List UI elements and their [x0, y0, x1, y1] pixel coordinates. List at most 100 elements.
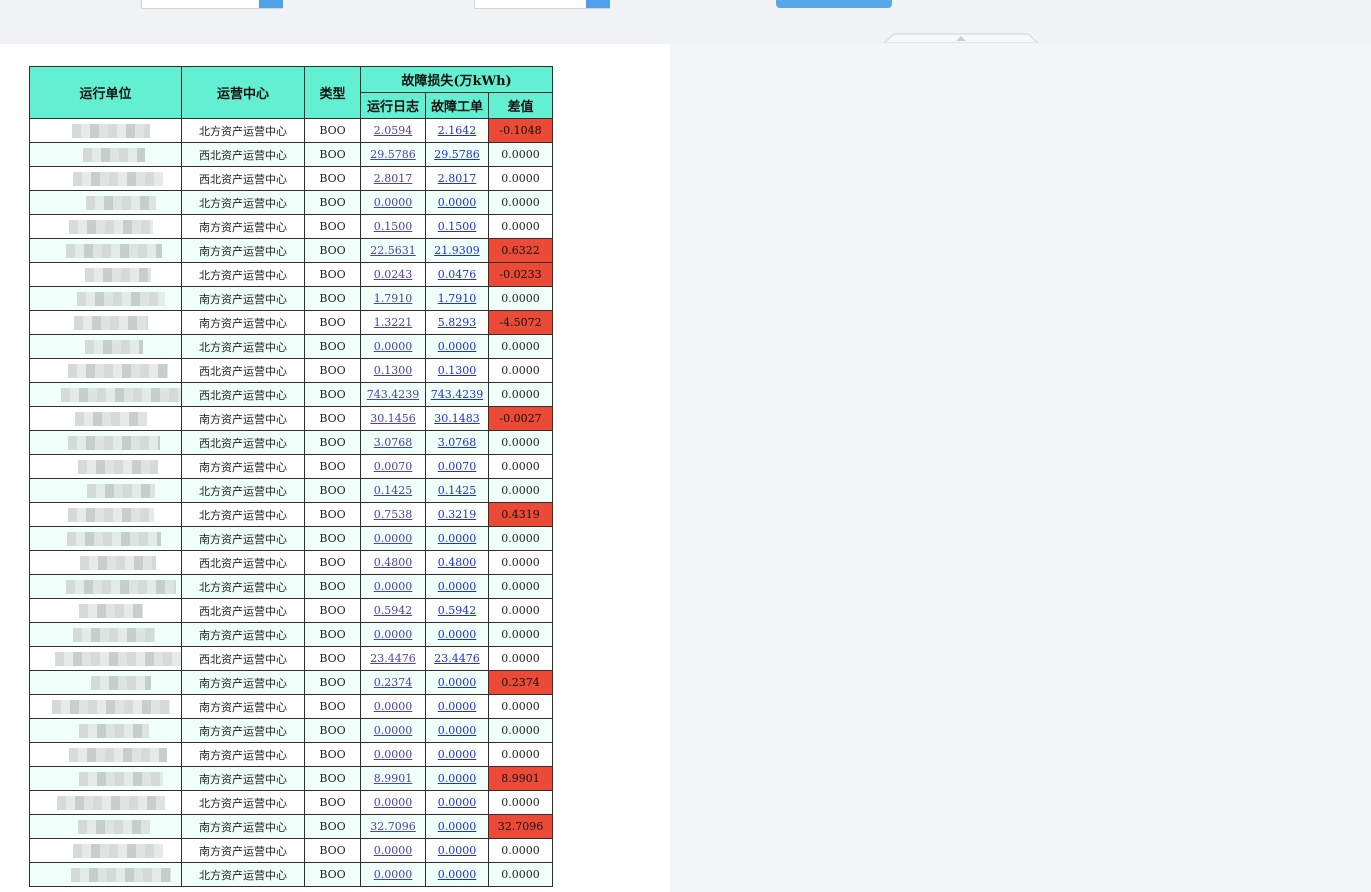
type-cell: BOO	[304, 286, 361, 311]
log-value-link[interactable]: 29.5786	[370, 148, 416, 161]
type-cell: BOO	[304, 430, 361, 455]
table-row: 南方资产运营中心 BOO 0.0000 0.0000 0.0000	[29, 622, 553, 647]
work-order-value-link[interactable]: 3.0768	[438, 436, 477, 449]
work-order-value-link[interactable]: 0.1300	[438, 364, 477, 377]
log-value-link[interactable]: 8.9901	[374, 772, 413, 785]
work-order-value-link[interactable]: 1.7910	[438, 292, 477, 305]
work-order-value-link[interactable]: 21.9309	[434, 244, 480, 257]
unit-name-redacted	[29, 622, 182, 647]
work-order-value-link[interactable]: 30.1483	[434, 412, 480, 425]
work-order-value-link[interactable]: 0.0000	[438, 700, 477, 713]
log-cell: 0.0000	[360, 694, 426, 719]
diff-cell: 0.0000	[488, 454, 553, 479]
log-value-link[interactable]: 1.3221	[374, 316, 413, 329]
log-value-link[interactable]: 0.0000	[374, 724, 413, 737]
log-value-link[interactable]: 2.0594	[374, 124, 413, 137]
work-order-value-link[interactable]: 743.4239	[431, 388, 484, 401]
redacted-text	[72, 843, 163, 858]
work-order-value-link[interactable]: 0.0000	[438, 844, 477, 857]
center-cell: 西北资产运营中心	[181, 550, 305, 575]
unit-name-redacted	[29, 526, 182, 551]
work-order-value-link[interactable]: 0.0070	[438, 460, 477, 473]
work-order-value-link[interactable]: 0.1425	[438, 484, 477, 497]
work-order-value-link[interactable]: 0.0000	[438, 748, 477, 761]
work-order-value-link[interactable]: 0.0000	[438, 340, 477, 353]
work-order-value-link[interactable]: 0.0000	[438, 676, 477, 689]
work-order-cell: 29.5786	[425, 142, 489, 167]
log-value-link[interactable]: 0.0000	[374, 580, 413, 593]
diff-cell: 0.0000	[488, 166, 553, 191]
work-order-value-link[interactable]: 2.1642	[438, 124, 477, 137]
log-value-link[interactable]: 0.0000	[374, 532, 413, 545]
type-cell: BOO	[304, 550, 361, 575]
log-value-link[interactable]: 0.0243	[374, 268, 413, 281]
unit-name-redacted	[29, 574, 182, 599]
query-button[interactable]	[776, 0, 892, 8]
type-cell: BOO	[304, 766, 361, 791]
log-value-link[interactable]: 0.0000	[374, 796, 413, 809]
work-order-value-link[interactable]: 0.0000	[438, 532, 477, 545]
work-order-value-link[interactable]: 0.0000	[438, 796, 477, 809]
log-value-link[interactable]: 23.4476	[370, 652, 416, 665]
log-cell: 0.7538	[360, 502, 426, 527]
work-order-cell: 0.1300	[425, 358, 489, 383]
log-value-link[interactable]: 0.1300	[374, 364, 413, 377]
log-value-link[interactable]: 0.1425	[374, 484, 413, 497]
center-cell: 南方资产运营中心	[181, 622, 305, 647]
log-value-link[interactable]: 0.0000	[374, 844, 413, 857]
center-cell: 西北资产运营中心	[181, 358, 305, 383]
table-row: 西北资产运营中心 BOO 23.4476 23.4476 0.0000	[29, 646, 553, 671]
log-value-link[interactable]: 32.7096	[370, 820, 416, 833]
log-value-link[interactable]: 0.0070	[374, 460, 413, 473]
work-order-value-link[interactable]: 0.0476	[438, 268, 477, 281]
log-cell: 0.4800	[360, 550, 426, 575]
log-value-link[interactable]: 0.0000	[374, 196, 413, 209]
work-order-value-link[interactable]: 0.5942	[438, 604, 477, 617]
work-order-value-link[interactable]: 2.8017	[438, 172, 477, 185]
work-order-cell: 0.0000	[425, 574, 489, 599]
diff-cell: 0.0000	[488, 334, 553, 359]
work-order-value-link[interactable]: 0.1500	[438, 220, 477, 233]
work-order-value-link[interactable]: 0.4800	[438, 556, 477, 569]
log-value-link[interactable]: 743.4239	[367, 388, 420, 401]
work-order-value-link[interactable]: 29.5786	[434, 148, 480, 161]
log-value-link[interactable]: 0.0000	[374, 868, 413, 881]
log-value-link[interactable]: 30.1456	[370, 412, 416, 425]
work-order-value-link[interactable]: 0.3219	[438, 508, 477, 521]
dropdown-icon[interactable]	[586, 0, 610, 8]
work-order-cell: 0.0000	[425, 526, 489, 551]
redacted-text	[79, 555, 156, 570]
work-order-value-link[interactable]: 23.4476	[434, 652, 480, 665]
collapse-toggle-icon[interactable]	[884, 33, 1038, 43]
work-order-value-link[interactable]: 0.0000	[438, 628, 477, 641]
work-order-value-link[interactable]: 0.0000	[438, 820, 477, 833]
log-value-link[interactable]: 0.5942	[374, 604, 413, 617]
work-order-cell: 0.0000	[425, 814, 489, 839]
fault-loss-table: 运行单位 运营中心 类型 故障损失(万kWh) 运行日志 故障工单 差值 北方资…	[29, 66, 553, 887]
work-order-value-link[interactable]: 0.0000	[438, 196, 477, 209]
log-value-link[interactable]: 3.0768	[374, 436, 413, 449]
log-value-link[interactable]: 0.0000	[374, 628, 413, 641]
log-value-link[interactable]: 0.2374	[374, 676, 413, 689]
log-value-link[interactable]: 1.7910	[374, 292, 413, 305]
unit-name-redacted	[29, 598, 182, 623]
log-value-link[interactable]: 0.4800	[374, 556, 413, 569]
log-value-link[interactable]: 0.0000	[374, 340, 413, 353]
log-value-link[interactable]: 0.0000	[374, 700, 413, 713]
work-order-value-link[interactable]: 0.0000	[438, 868, 477, 881]
work-order-value-link[interactable]: 0.0000	[438, 580, 477, 593]
work-order-value-link[interactable]: 5.8293	[438, 316, 477, 329]
work-order-cell: 0.0000	[425, 694, 489, 719]
log-value-link[interactable]: 0.0000	[374, 748, 413, 761]
log-value-link[interactable]: 0.7538	[374, 508, 413, 521]
filter-input-2[interactable]	[474, 0, 610, 9]
redacted-text	[79, 771, 163, 786]
filter-input-1[interactable]	[141, 0, 283, 9]
type-cell: BOO	[304, 214, 361, 239]
dropdown-icon[interactable]	[259, 0, 283, 8]
work-order-value-link[interactable]: 0.0000	[438, 772, 477, 785]
log-value-link[interactable]: 22.5631	[370, 244, 416, 257]
log-value-link[interactable]: 2.8017	[374, 172, 413, 185]
work-order-value-link[interactable]: 0.0000	[438, 724, 477, 737]
log-value-link[interactable]: 0.1500	[374, 220, 413, 233]
